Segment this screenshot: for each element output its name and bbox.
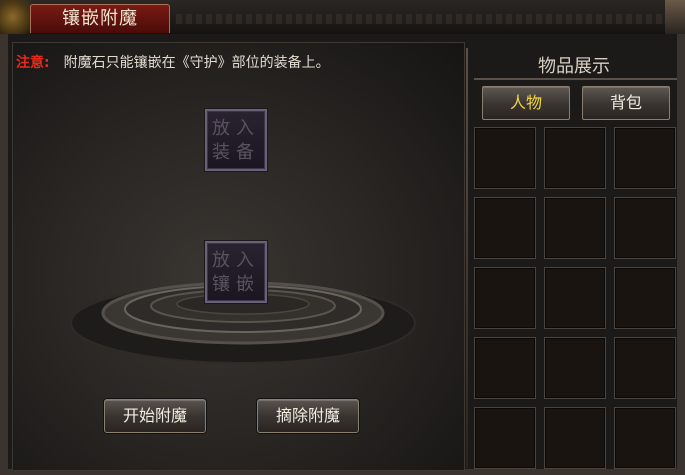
item-cell[interactable] xyxy=(614,197,676,259)
item-cell[interactable] xyxy=(544,267,606,329)
remove-enchant-button[interactable]: 摘除附魔 xyxy=(257,399,359,433)
header-decoration xyxy=(176,14,671,24)
item-cell[interactable] xyxy=(614,267,676,329)
item-grid xyxy=(474,127,685,475)
item-cell[interactable] xyxy=(614,127,676,189)
item-cell[interactable] xyxy=(614,407,676,469)
item-panel-title: 物品展示 xyxy=(538,56,610,77)
header-right-cap xyxy=(665,0,685,34)
equip-slot-line1: 放入 xyxy=(212,118,260,139)
item-cell[interactable] xyxy=(614,337,676,399)
item-cell[interactable] xyxy=(474,197,536,259)
panel-divider xyxy=(466,48,468,468)
tab-bag[interactable]: 背包 xyxy=(582,86,670,120)
notice-label: 注意: xyxy=(16,55,50,71)
window-title: 镶嵌附魔 xyxy=(30,4,170,33)
gem-slot-line1: 放入 xyxy=(212,250,260,271)
gem-slot-line2: 镶嵌 xyxy=(212,274,260,295)
item-cell[interactable] xyxy=(544,127,606,189)
item-cell[interactable] xyxy=(474,407,536,469)
start-enchant-button[interactable]: 开始附魔 xyxy=(104,399,206,433)
item-cell[interactable] xyxy=(474,267,536,329)
notice-line: 注意: 附魔石只能镶嵌在《守护》部位的装备上。 xyxy=(16,52,330,72)
window-header: 镶嵌附魔 xyxy=(0,0,685,35)
equip-slot[interactable]: 放入 装备 xyxy=(205,109,267,171)
item-cell[interactable] xyxy=(544,407,606,469)
equip-slot-line2: 装备 xyxy=(212,142,260,163)
item-cell[interactable] xyxy=(544,197,606,259)
item-cell[interactable] xyxy=(474,127,536,189)
gem-slot[interactable]: 放入 镶嵌 xyxy=(205,241,267,303)
notice-text: 附魔石只能镶嵌在《守护》部位的装备上。 xyxy=(63,55,330,71)
item-panel-title-underline xyxy=(474,78,677,80)
tab-character[interactable]: 人物 xyxy=(482,86,570,120)
item-cell[interactable] xyxy=(474,337,536,399)
item-cell[interactable] xyxy=(544,337,606,399)
